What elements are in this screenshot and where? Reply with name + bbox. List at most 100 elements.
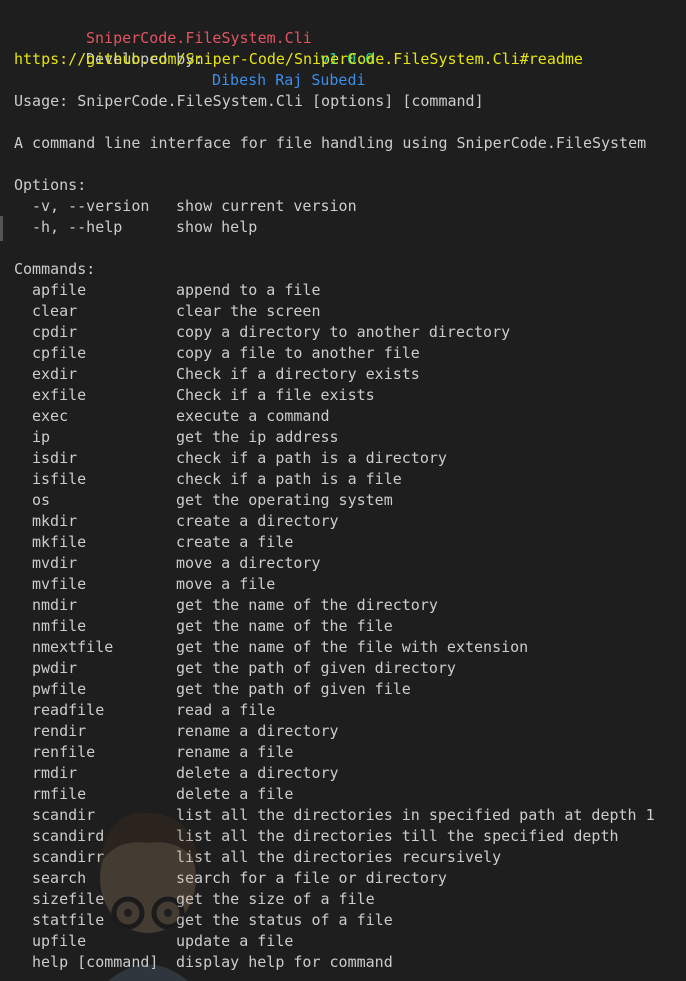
command-row-description: read a file	[176, 701, 276, 719]
command-row: scandird list all the directories till th…	[0, 826, 686, 847]
command-row-name: mvdir	[32, 554, 78, 572]
command-row: help [command] display help for command	[0, 952, 686, 973]
command-row: apfile append to a file	[0, 280, 686, 301]
command-row: ip get the ip address	[0, 427, 686, 448]
command-row-name: apfile	[32, 281, 87, 299]
command-row-name: mvfile	[32, 575, 87, 593]
command-row: isfile check if a path is a file	[0, 469, 686, 490]
option-row: -h, --help show help	[0, 217, 686, 238]
command-row: mvfile move a file	[0, 574, 686, 595]
command-row: sizefile get the size of a file	[0, 889, 686, 910]
option-row: -v, --version show current version	[0, 196, 686, 217]
command-row: exec execute a command	[0, 406, 686, 427]
command-row-description: check if a path is a directory	[176, 449, 447, 467]
command-row-description: Check if a directory exists	[176, 365, 420, 383]
header-title-line: SniperCode.FileSystem.Cli v1.0.0	[0, 7, 374, 68]
usage-line: Usage: SniperCode.FileSystem.Cli [option…	[14, 92, 484, 110]
command-row-description: get the name of the file	[176, 617, 393, 635]
command-row-description: check if a path is a file	[176, 470, 402, 488]
command-row: nmdir get the name of the directory	[0, 595, 686, 616]
command-row-description: get the ip address	[176, 428, 339, 446]
command-row-name: nmextfile	[32, 638, 114, 656]
command-row-description: rename a file	[176, 743, 294, 761]
command-row-name: exfile	[32, 386, 87, 404]
command-row-name: ip	[32, 428, 51, 446]
command-row-name: clear	[32, 302, 78, 320]
command-row-description: rename a directory	[176, 722, 339, 740]
command-row-description: execute a command	[176, 407, 330, 425]
command-row-description: get the name of the directory	[176, 596, 438, 614]
command-row-name: isdir	[32, 449, 78, 467]
command-row: scandir list all the directories in speci…	[0, 805, 686, 826]
command-row: mvdir move a directory	[0, 553, 686, 574]
command-row-name: statfile	[32, 911, 105, 929]
command-row-description: get the path of given directory	[176, 659, 456, 677]
command-row-name: exec	[32, 407, 69, 425]
command-row-name: rmfile	[32, 785, 87, 803]
command-row: os get the operating system	[0, 490, 686, 511]
command-row-name: scandirr	[32, 848, 105, 866]
command-row-description: delete a file	[176, 785, 294, 803]
command-row-name: mkdir	[32, 512, 78, 530]
command-row-name: pwfile	[32, 680, 87, 698]
command-row-description: create a directory	[176, 512, 339, 530]
command-row-description: display help for command	[176, 953, 393, 971]
command-row: cpfile copy a file to another file	[0, 343, 686, 364]
command-row: rendir rename a directory	[0, 721, 686, 742]
command-row-name: cpdir	[32, 323, 78, 341]
command-row: mkfile create a file	[0, 532, 686, 553]
command-row: readfile read a file	[0, 700, 686, 721]
command-row-name: help [command]	[32, 953, 159, 971]
command-row: scandirr list all the directories recursi…	[0, 847, 686, 868]
command-row: isdir check if a path is a directory	[0, 448, 686, 469]
command-row-name: search	[32, 869, 87, 887]
command-row-name: upfile	[32, 932, 87, 950]
command-row: rmfile delete a file	[0, 784, 686, 805]
description-line: A command line interface for file handli…	[14, 134, 647, 152]
command-row-description: clear the screen	[176, 302, 321, 320]
command-row-description: get the operating system	[176, 491, 393, 509]
command-row: nmextfile get the name of the file with e…	[0, 637, 686, 658]
command-row-description: get the path of given file	[176, 680, 411, 698]
command-row: upfile update a file	[0, 931, 686, 952]
command-row: cpdir copy a directory to another directo…	[0, 322, 686, 343]
command-row-description: create a file	[176, 533, 294, 551]
options-heading: Options:	[14, 176, 87, 194]
author-name: Dibesh Raj Subedi	[212, 71, 366, 89]
command-row-name: sizefile	[32, 890, 105, 908]
option-row-name: -h, --help	[32, 218, 123, 236]
command-row-description: list all the directories recursively	[176, 848, 502, 866]
command-row: clear clear the screen	[0, 301, 686, 322]
command-row-name: renfile	[32, 743, 96, 761]
option-row-description: show help	[176, 218, 258, 236]
command-row-description: get the status of a file	[176, 911, 393, 929]
command-row-name: rendir	[32, 722, 87, 740]
command-row-description: append to a file	[176, 281, 321, 299]
command-row-name: scandir	[32, 806, 96, 824]
command-row-name: mkfile	[32, 533, 87, 551]
command-row: statfile get the status of a file	[0, 910, 686, 931]
command-row-name: scandird	[32, 827, 105, 845]
command-row-name: isfile	[32, 470, 87, 488]
command-row: pwfile get the path of given file	[0, 679, 686, 700]
command-row-name: cpfile	[32, 344, 87, 362]
repo-url[interactable]: https://github.com/Sniper-Code/SniperCod…	[14, 49, 583, 70]
app-name: SniperCode.FileSystem.Cli	[86, 29, 312, 47]
command-row-description: copy a file to another file	[176, 344, 420, 362]
terminal-window[interactable]: SniperCode.FileSystem.Cli v1.0.0 Develop…	[0, 0, 686, 981]
command-row-description: copy a directory to another directory	[176, 323, 511, 341]
commands-heading: Commands:	[14, 260, 96, 278]
command-row-name: nmfile	[32, 617, 87, 635]
command-row: search search for a file or directory	[0, 868, 686, 889]
command-row-name: nmdir	[32, 596, 78, 614]
command-row-name: rmdir	[32, 764, 78, 782]
command-row-description: move a file	[176, 575, 276, 593]
command-row: mkdir create a directory	[0, 511, 686, 532]
command-row-description: get the size of a file	[176, 890, 375, 908]
command-row-description: list all the directories till the specif…	[176, 827, 619, 845]
command-row: pwdir get the path of given directory	[0, 658, 686, 679]
command-row-description: move a directory	[176, 554, 321, 572]
command-row-description: delete a directory	[176, 764, 339, 782]
command-row: rmdir delete a directory	[0, 763, 686, 784]
command-row: nmfile get the name of the file	[0, 616, 686, 637]
